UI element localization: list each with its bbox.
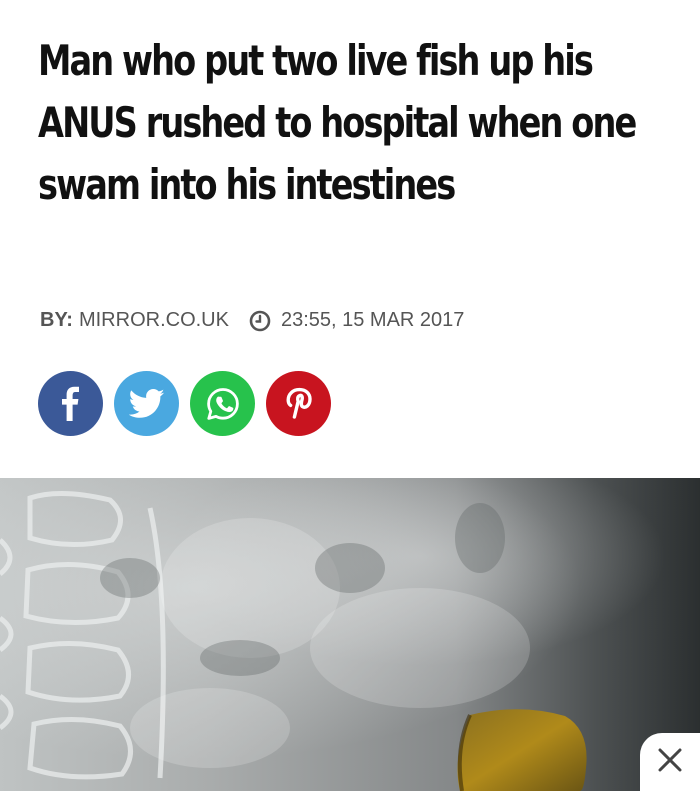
xray-image — [0, 478, 700, 791]
byline: BY: MIRROR.CO.UK 23:55, 15 MAR 2017 — [40, 309, 464, 332]
share-bar — [38, 371, 342, 436]
article-headline: Man who put two live fish up his ANUS ru… — [38, 36, 637, 209]
twitter-share-button[interactable] — [114, 371, 179, 436]
article-hero-image — [0, 478, 700, 791]
close-button[interactable] — [640, 733, 700, 791]
facebook-icon — [58, 386, 84, 422]
clock-icon — [249, 310, 271, 332]
twitter-icon — [128, 388, 165, 419]
pinterest-share-button[interactable] — [266, 371, 331, 436]
facebook-share-button[interactable] — [38, 371, 103, 436]
byline-source[interactable]: MIRROR.CO.UK — [79, 309, 229, 332]
whatsapp-icon — [204, 385, 242, 423]
close-icon — [657, 747, 683, 778]
byline-label: BY: — [40, 309, 73, 331]
whatsapp-share-button[interactable] — [190, 371, 255, 436]
publish-timestamp: 23:55, 15 MAR 2017 — [280, 309, 465, 331]
pinterest-icon — [284, 385, 314, 423]
